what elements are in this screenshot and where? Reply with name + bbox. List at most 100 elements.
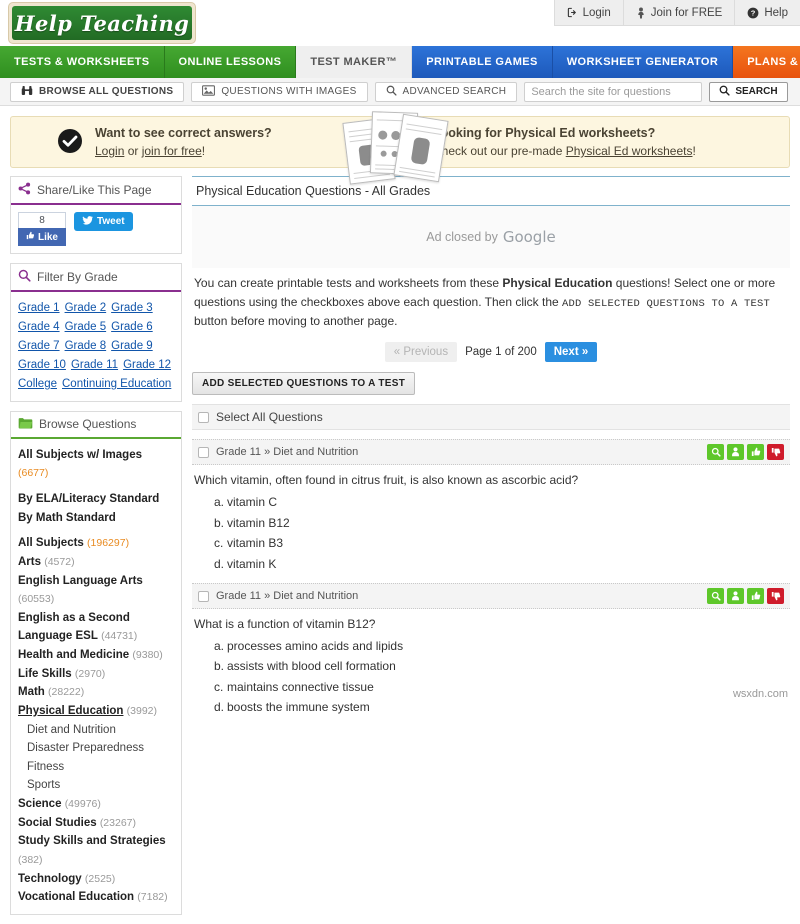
nav-tab-plans-pricing[interactable]: PLANS & PRICING xyxy=(733,46,800,78)
login-label: Login xyxy=(582,6,611,19)
option-c[interactable]: c. vitamin B3 xyxy=(214,533,790,553)
nav-tab-online-lessons[interactable]: ONLINE LESSONS xyxy=(164,46,297,78)
subject-item-life-skills[interactable]: Life Skills (2970) xyxy=(18,665,174,684)
option-text: vitamin B12 xyxy=(227,515,290,530)
person-icon[interactable] xyxy=(727,444,744,461)
grade-link-3[interactable]: Grade 3 xyxy=(111,302,153,314)
subject-item-study-skills[interactable]: Study Skills and Strategies (382) xyxy=(18,832,174,869)
subject-item-english-language-arts[interactable]: English Language Arts (60553) xyxy=(18,572,174,609)
questions-with-images-button[interactable]: QUESTIONS WITH IMAGES xyxy=(191,81,368,102)
grade-links: Grade 1 Grade 2 Grade 3 Grade 4 Grade 5 Grad… xyxy=(18,299,174,394)
grade-link-8[interactable]: Grade 8 xyxy=(65,340,107,352)
subject-count: (23267) xyxy=(99,816,137,829)
option-d[interactable]: d. vitamin K xyxy=(214,554,790,574)
grade-link-4[interactable]: Grade 4 xyxy=(18,321,60,333)
thumbs-up-icon[interactable] xyxy=(747,444,764,461)
preview-icon[interactable] xyxy=(707,588,724,605)
question-block: Grade 11 » Diet and Nutrition xyxy=(192,439,790,574)
browse-card-body: All Subjects w/ Images (6677) By ELA/Lit… xyxy=(11,439,181,914)
next-page-button[interactable]: Next » xyxy=(544,342,598,363)
select-all-label: Select All Questions xyxy=(216,410,323,425)
select-all-checkbox[interactable] xyxy=(198,411,209,423)
add-selected-questions-button[interactable]: ADD SELECTED QUESTIONS TO A TEST xyxy=(192,372,416,396)
grade-link-6[interactable]: Grade 6 xyxy=(111,321,153,333)
subject-label: Study Skills and Strategies xyxy=(18,835,166,848)
instructions-part-3: button before moving to another page. xyxy=(194,313,398,328)
subtopic-disaster-preparedness[interactable]: Disaster Preparedness xyxy=(18,739,174,758)
nav-tab-worksheet-generator[interactable]: WORKSHEET GENERATOR xyxy=(552,46,734,78)
subject-item-social-studies[interactable]: Social Studies (23267) xyxy=(18,814,174,833)
subtopic-diet-and-nutrition[interactable]: Diet and Nutrition xyxy=(18,721,174,740)
subject-label: Vocational Education xyxy=(18,891,135,904)
thumbs-up-icon[interactable] xyxy=(747,588,764,605)
grade-link-10[interactable]: Grade 10 xyxy=(18,359,66,371)
subject-item-physical-education[interactable]: Physical Education (3992) xyxy=(18,702,174,721)
option-b[interactable]: b. assists with blood cell formation xyxy=(214,656,790,676)
join-free-button[interactable]: Join for FREE xyxy=(624,0,736,25)
option-a[interactable]: a. processes amino acids and lipids xyxy=(214,636,790,656)
subject-item-science[interactable]: Science (49976) xyxy=(18,795,174,814)
subject-item-all-with-images[interactable]: All Subjects w/ Images (6677) xyxy=(18,446,174,483)
subject-item-health-and-medicine[interactable]: Health and Medicine (9380) xyxy=(18,646,174,665)
facebook-like-widget[interactable]: 8 Like xyxy=(18,212,66,246)
login-button[interactable]: Login xyxy=(555,0,624,25)
subtopic-sports[interactable]: Sports xyxy=(18,776,174,795)
subject-item-arts[interactable]: Arts (4572) xyxy=(18,553,174,572)
question-meta: Grade 11 » Diet and Nutrition xyxy=(216,590,359,603)
advanced-search-button[interactable]: ADVANCED SEARCH xyxy=(374,81,518,102)
nav-tab-printable-games[interactable]: PRINTABLE GAMES xyxy=(412,46,553,78)
promo-worksheets-link[interactable]: Physical Ed worksheets xyxy=(566,144,693,158)
thumbs-up-icon xyxy=(26,231,35,243)
promo-join-link[interactable]: join for free xyxy=(142,144,202,158)
grade-link-1[interactable]: Grade 1 xyxy=(18,302,60,314)
subtopic-fitness[interactable]: Fitness xyxy=(18,758,174,777)
grade-link-2[interactable]: Grade 2 xyxy=(65,302,107,314)
promo-login-link[interactable]: Login xyxy=(95,144,124,158)
grade-link-5[interactable]: Grade 5 xyxy=(65,321,107,333)
grade-link-continuing-education[interactable]: Continuing Education xyxy=(62,378,171,390)
grade-link-7[interactable]: Grade 7 xyxy=(18,340,60,352)
question-checkbox[interactable] xyxy=(198,590,209,602)
subject-label: Science xyxy=(18,798,62,811)
subject-item-esl[interactable]: English as a Second Language ESL (44731) xyxy=(18,609,174,646)
option-c[interactable]: c. maintains connective tissue xyxy=(214,677,790,697)
search-toolbar: BROWSE ALL QUESTIONS QUESTIONS WITH IMAG… xyxy=(0,78,800,106)
option-b[interactable]: b. vitamin B12 xyxy=(214,513,790,533)
facebook-like-button[interactable]: Like xyxy=(18,228,66,246)
subject-item-math-standard[interactable]: By Math Standard xyxy=(18,509,174,528)
option-a[interactable]: a. vitamin C xyxy=(214,492,790,512)
subject-count: (382) xyxy=(18,853,43,866)
subject-count: (28222) xyxy=(48,686,85,699)
subject-item-all-subjects[interactable]: All Subjects (196297) xyxy=(18,534,174,553)
browse-all-questions-button[interactable]: BROWSE ALL QUESTIONS xyxy=(10,81,185,102)
search-submit-button[interactable]: SEARCH xyxy=(709,81,788,102)
help-button[interactable]: ? Help xyxy=(735,0,800,25)
option-d[interactable]: d. boosts the immune system xyxy=(214,697,790,717)
subject-count: (49976) xyxy=(64,798,101,811)
tweet-button[interactable]: Tweet xyxy=(74,212,133,231)
subject-item-ela-standard[interactable]: By ELA/Literacy Standard xyxy=(18,490,174,509)
browse-card-header: Browse Questions xyxy=(11,412,181,439)
subject-item-math[interactable]: Math (28222) xyxy=(18,683,174,702)
grade-link-12[interactable]: Grade 12 xyxy=(123,359,171,371)
select-all-row[interactable]: Select All Questions xyxy=(192,404,790,431)
nav-tab-tests-worksheets[interactable]: TESTS & WORKSHEETS xyxy=(0,46,165,78)
grade-link-11[interactable]: Grade 11 xyxy=(71,359,118,371)
subject-item-technology[interactable]: Technology (2525) xyxy=(18,870,174,889)
watermark: wsxdn.com xyxy=(732,688,788,700)
subject-item-vocational-education[interactable]: Vocational Education (7182) xyxy=(18,888,174,907)
google-logo-text: Google xyxy=(502,228,556,246)
preview-icon[interactable] xyxy=(707,444,724,461)
person-icon[interactable] xyxy=(727,588,744,605)
grade-link-9[interactable]: Grade 9 xyxy=(111,340,153,352)
option-text: vitamin B3 xyxy=(227,536,284,551)
binoculars-icon xyxy=(21,85,33,99)
thumbs-down-icon[interactable] xyxy=(767,588,784,605)
thumbs-down-icon[interactable] xyxy=(767,444,784,461)
search-input[interactable] xyxy=(524,81,703,102)
search-icon xyxy=(18,269,31,285)
nav-tab-test-maker[interactable]: TEST MAKER™ xyxy=(296,46,413,78)
grade-link-college[interactable]: College xyxy=(18,378,57,390)
question-checkbox[interactable] xyxy=(198,446,209,458)
site-logo[interactable]: Help Teaching xyxy=(8,2,196,44)
